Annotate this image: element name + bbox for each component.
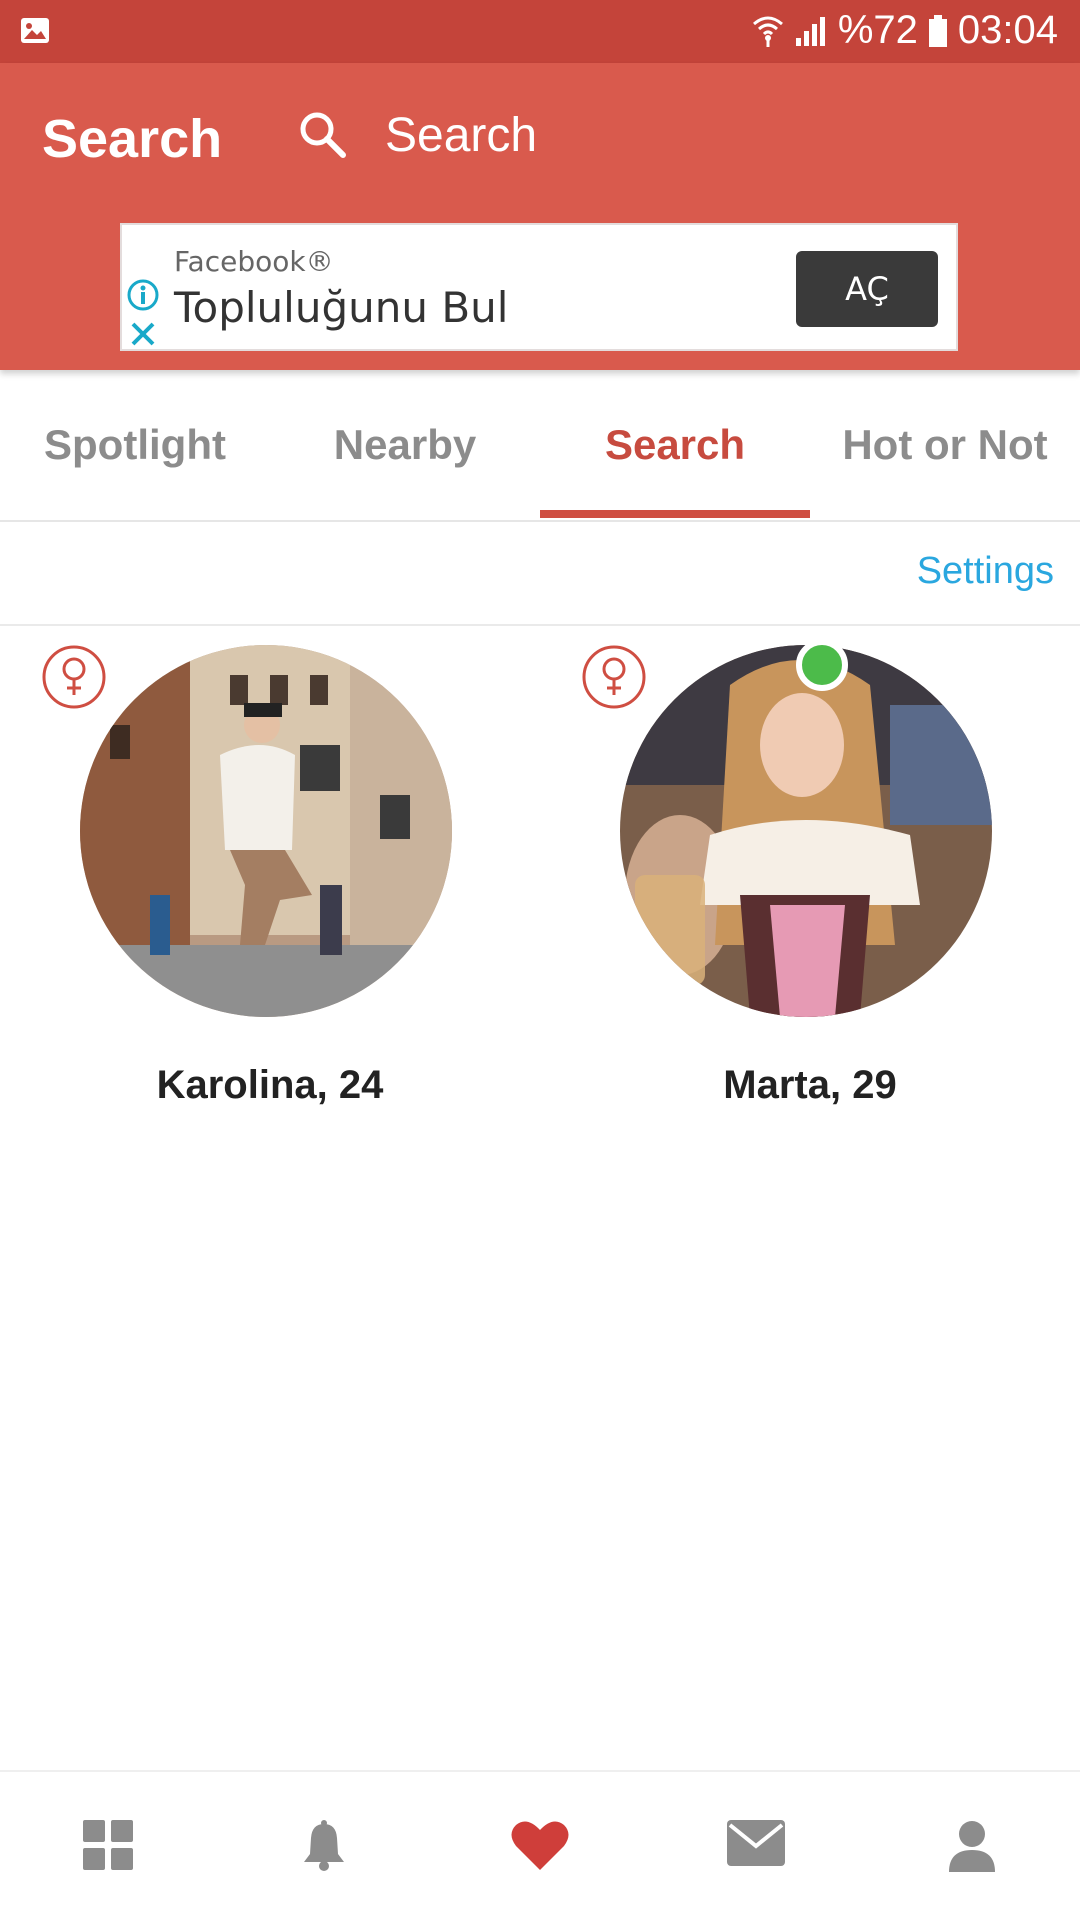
active-tab-indicator: [540, 510, 810, 518]
wifi-icon: [752, 16, 783, 47]
gallery-icon: [21, 18, 49, 43]
profile-card[interactable]: Karolina, 24: [0, 645, 540, 1125]
search-input[interactable]: [385, 103, 985, 167]
close-icon[interactable]: [130, 321, 156, 347]
online-status-dot: [796, 639, 848, 691]
tab-search[interactable]: Search: [540, 372, 810, 518]
grid-icon: [83, 1820, 133, 1870]
profile-card[interactable]: Marta, 29: [540, 639, 1080, 1125]
clock: 03:04: [957, 8, 1058, 52]
profile-icon: [949, 1821, 995, 1872]
ad-brand: Facebook®: [174, 245, 334, 278]
settings-row: Settings: [0, 522, 1080, 626]
nav-favorites[interactable]: [432, 1820, 648, 1876]
ad-open-button[interactable]: AÇ: [796, 251, 938, 327]
avatar-photo: [80, 645, 452, 1017]
avatar[interactable]: [620, 645, 992, 1017]
mail-icon: [727, 1820, 785, 1866]
tab-spotlight[interactable]: Spotlight: [0, 372, 270, 518]
nav-notifications[interactable]: [216, 1820, 432, 1876]
settings-link[interactable]: Settings: [917, 550, 1054, 593]
heart-icon: [511, 1821, 569, 1870]
female-icon: [582, 645, 646, 709]
info-icon[interactable]: [126, 278, 160, 312]
avatar-photo: [620, 645, 992, 1017]
status-bar: %72 03:04: [0, 0, 1080, 63]
search-icon[interactable]: [296, 108, 350, 162]
app-bar: Search Facebook® Topluluğunu Bul AÇ: [0, 63, 1080, 370]
bottom-nav: [0, 1770, 1080, 1922]
profile-name: Karolina, 24: [156, 1063, 384, 1107]
ad-banner[interactable]: Facebook® Topluluğunu Bul AÇ: [120, 223, 958, 351]
nav-grid[interactable]: [0, 1820, 216, 1876]
tab-bar: Spotlight Nearby Search Hot or Not: [0, 372, 1080, 522]
avatar[interactable]: [80, 645, 452, 1017]
ad-headline: Topluluğunu Bul: [174, 283, 509, 332]
battery-percent: %72: [837, 8, 918, 52]
tab-hot-or-not[interactable]: Hot or Not: [810, 372, 1080, 518]
nav-messages[interactable]: [648, 1820, 864, 1876]
page-title: Search: [42, 109, 223, 169]
status-indicators: %72 03:04: [752, 8, 1058, 53]
bell-icon: [304, 1820, 344, 1871]
nav-profile[interactable]: [864, 1820, 1080, 1876]
signal-icon: [795, 16, 825, 46]
profile-name: Marta, 29: [723, 1063, 897, 1107]
female-icon: [42, 645, 106, 709]
battery-icon: [928, 14, 947, 47]
tab-nearby[interactable]: Nearby: [270, 372, 540, 518]
